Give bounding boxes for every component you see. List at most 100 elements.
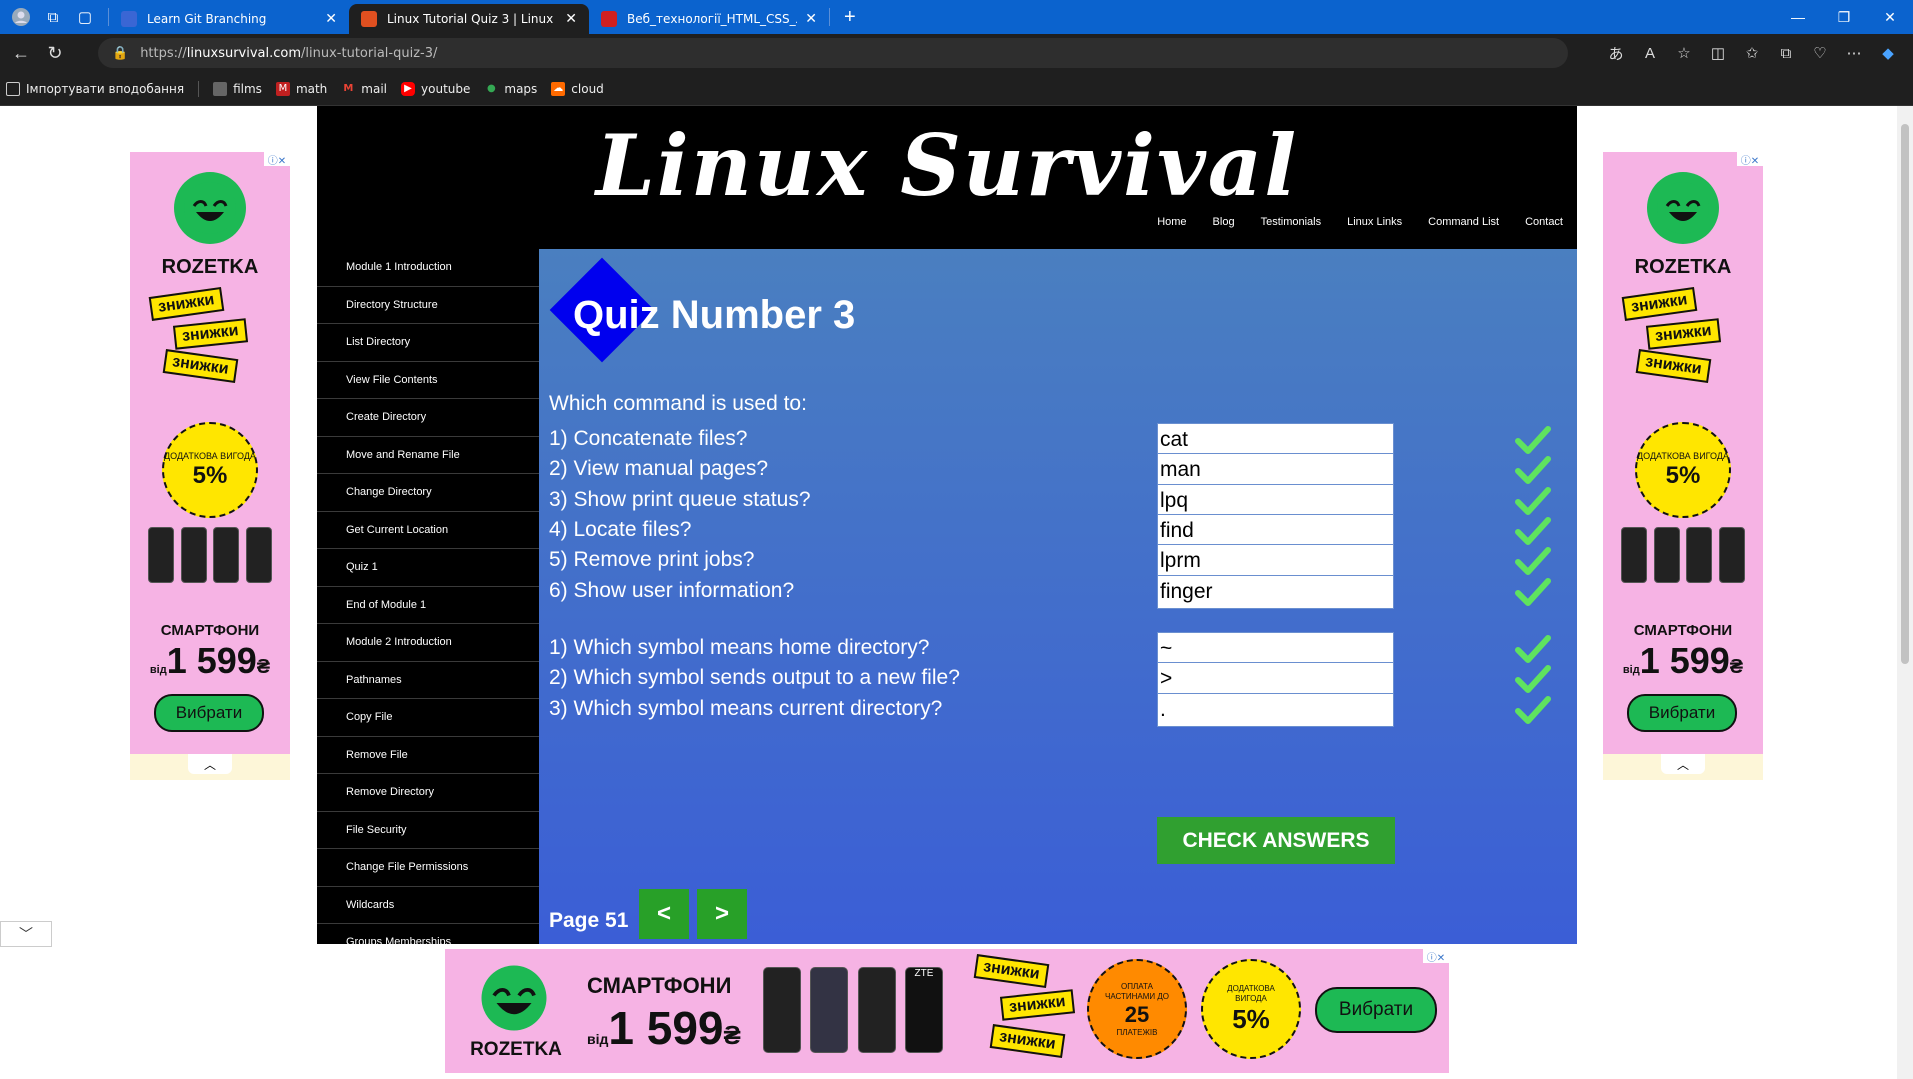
bookmark-maps[interactable]: ● maps [484,82,537,96]
sidebar-item[interactable]: Create Directory [317,399,539,437]
close-tab-icon[interactable]: ✕ [325,11,337,27]
more-options-icon[interactable]: ⋯ [1837,38,1871,68]
rozetka-logo-icon [1647,172,1719,244]
sidebar-item[interactable]: Directory Structure [317,287,539,324]
sidebar-item[interactable]: Remove Directory [317,774,539,812]
close-tab-icon[interactable]: ✕ [565,11,577,27]
ad-choose-button[interactable]: Вибрати [154,694,264,732]
ad-choose-button[interactable]: Вибрати [1315,987,1437,1033]
sidebar-item[interactable]: Get Current Location [317,512,539,549]
site-title[interactable]: Linux Survival [317,116,1577,215]
tab-learn-git[interactable]: Learn Git Branching ✕ [109,4,349,34]
tab-linux-quiz[interactable]: Linux Tutorial Quiz 3 | Linux Surv ✕ [349,4,589,34]
badge-caption: ДОДАТКОВА ВИГОДА [164,450,256,461]
minimize-icon[interactable]: — [1775,0,1821,34]
sidebar-item[interactable]: End of Module 1 [317,587,539,624]
answer-input[interactable]: finger [1157,574,1394,609]
sidebar-item[interactable]: Module 2 Introduction [317,624,539,662]
checkmark-icon [1515,455,1551,485]
answer-input[interactable]: man [1157,453,1394,488]
profile-icon[interactable] [10,6,32,28]
new-tab-icon[interactable]: + [844,6,856,29]
split-screen-icon[interactable]: ◫ [1701,38,1735,68]
next-page-button[interactable]: > [697,889,747,939]
ad-close-icon[interactable]: ⓘ✕ [264,152,290,167]
answer-input[interactable]: > [1157,662,1394,697]
bookmark-import[interactable]: Імпортувати вподобання [6,81,184,96]
prev-page-button[interactable]: < [639,889,689,939]
back-icon[interactable]: ← [4,38,38,68]
import-icon [6,81,20,96]
nav-testimonials[interactable]: Testimonials [1261,216,1322,228]
nav-blog[interactable]: Blog [1213,216,1235,228]
chevron-up-icon[interactable]: ︿ [1661,754,1705,774]
ad-close-icon[interactable]: ⓘ✕ [1737,152,1763,167]
nav-contact[interactable]: Contact [1525,216,1563,228]
sidebar-item[interactable]: Move and Rename File [317,437,539,474]
installments-badge: ОПЛАТА ЧАСТИНАМИ ДО 25 ПЛАТЕЖІВ [1087,959,1187,1059]
bookmark-youtube[interactable]: ▶ youtube [401,81,470,96]
close-tab-icon[interactable]: ✕ [805,11,817,27]
bookmark-films[interactable]: films [213,81,262,96]
sidebar-item[interactable]: Pathnames [317,662,539,699]
ad-choose-button[interactable]: Вибрати [1627,694,1737,732]
ad-brand: ROZETKA [470,1039,562,1060]
badge-caption: ДОДАТКОВА ВИГОДА [1637,450,1729,461]
answer-input[interactable]: . [1157,692,1394,727]
git-favicon-icon [121,11,137,27]
bookmark-math[interactable]: M math [275,81,327,96]
favorites-icon[interactable]: ✩ [1735,38,1769,68]
question-text: 4) Locate files? [549,517,692,541]
chevron-down-icon[interactable]: ﹀ [0,921,52,947]
bottom-ad[interactable]: ⓘ✕ ROZETKA СМАРТФОНИ від1 599₴ ZTE знижк… [445,949,1449,1073]
question-text: 3) Show print queue status? [549,487,811,511]
sidebar-item[interactable]: File Security [317,812,539,849]
answer-input[interactable]: cat [1157,423,1394,457]
tab-actions-icon[interactable]: ▢ [74,6,96,28]
answer-input[interactable]: lprm [1157,544,1394,579]
close-window-icon[interactable]: ✕ [1867,0,1913,34]
sidebar-item[interactable]: Copy File [317,699,539,737]
translate-icon[interactable]: あ [1599,38,1633,68]
answer-input[interactable]: lpq [1157,483,1394,518]
check-answers-button[interactable]: CHECK ANSWERS [1157,817,1395,864]
right-ad[interactable]: ⓘ✕ ROZETKA знижки знижки знижки ДОДАТКОВ… [1603,152,1763,780]
sidebar-item[interactable]: Wildcards [317,887,539,924]
nav-linux-links[interactable]: Linux Links [1347,216,1402,228]
answer-input[interactable]: ~ [1157,632,1394,666]
tab-web-tech[interactable]: Веб_технології_HTML_CSS_Лаб ✕ [589,4,829,34]
checkmark-icon [1515,634,1551,664]
sidebar-item[interactable]: Groups Memberships [317,924,539,944]
left-ad[interactable]: ⓘ✕ ROZETKA знижки знижки знижки ДОДАТКОВ… [130,152,290,780]
ad-close-icon[interactable]: ⓘ✕ [1423,949,1449,964]
collections-icon[interactable]: ⧉ [1769,38,1803,68]
sidebar-item[interactable]: View File Contents [317,362,539,399]
favorite-star-icon[interactable]: ☆ [1667,38,1701,68]
address-bar[interactable]: 🔒 https://linuxsurvival.com/linux-tutori… [98,38,1568,68]
bookmark-cloud[interactable]: ☁ cloud [551,81,604,96]
workspaces-icon[interactable]: ⧉ [42,6,64,28]
refresh-icon[interactable]: ↻ [38,38,72,68]
checkmark-icon [1515,546,1551,576]
scrollbar-thumb[interactable] [1901,124,1909,664]
sidebar-item[interactable]: Change File Permissions [317,849,539,887]
browser-essentials-icon[interactable]: ♡ [1803,38,1837,68]
sidebar-item[interactable]: Quiz 1 [317,549,539,587]
sidebar-item[interactable]: List Directory [317,324,539,362]
restore-icon[interactable]: ❐ [1821,0,1867,34]
copilot-icon[interactable]: ◆ [1871,38,1905,68]
pdf-favicon-icon [601,11,617,27]
chevron-up-icon[interactable]: ︿ [188,754,232,774]
nav-command-list[interactable]: Command List [1428,216,1499,228]
bookmark-mail[interactable]: M mail [341,82,387,96]
sidebar-item[interactable]: Change Directory [317,474,539,512]
youtube-icon: ▶ [401,81,416,96]
nav-home[interactable]: Home [1157,216,1186,228]
lock-icon[interactable]: 🔒 [112,46,128,61]
sidebar-item[interactable]: Module 1 Introduction [317,249,539,287]
answer-input[interactable]: find [1157,513,1394,548]
ad-price: від1 599₴ [149,640,271,681]
read-aloud-icon[interactable]: A [1633,38,1667,68]
sidebar-item[interactable]: Remove File [317,737,539,774]
page-scrollbar[interactable] [1897,106,1913,1079]
